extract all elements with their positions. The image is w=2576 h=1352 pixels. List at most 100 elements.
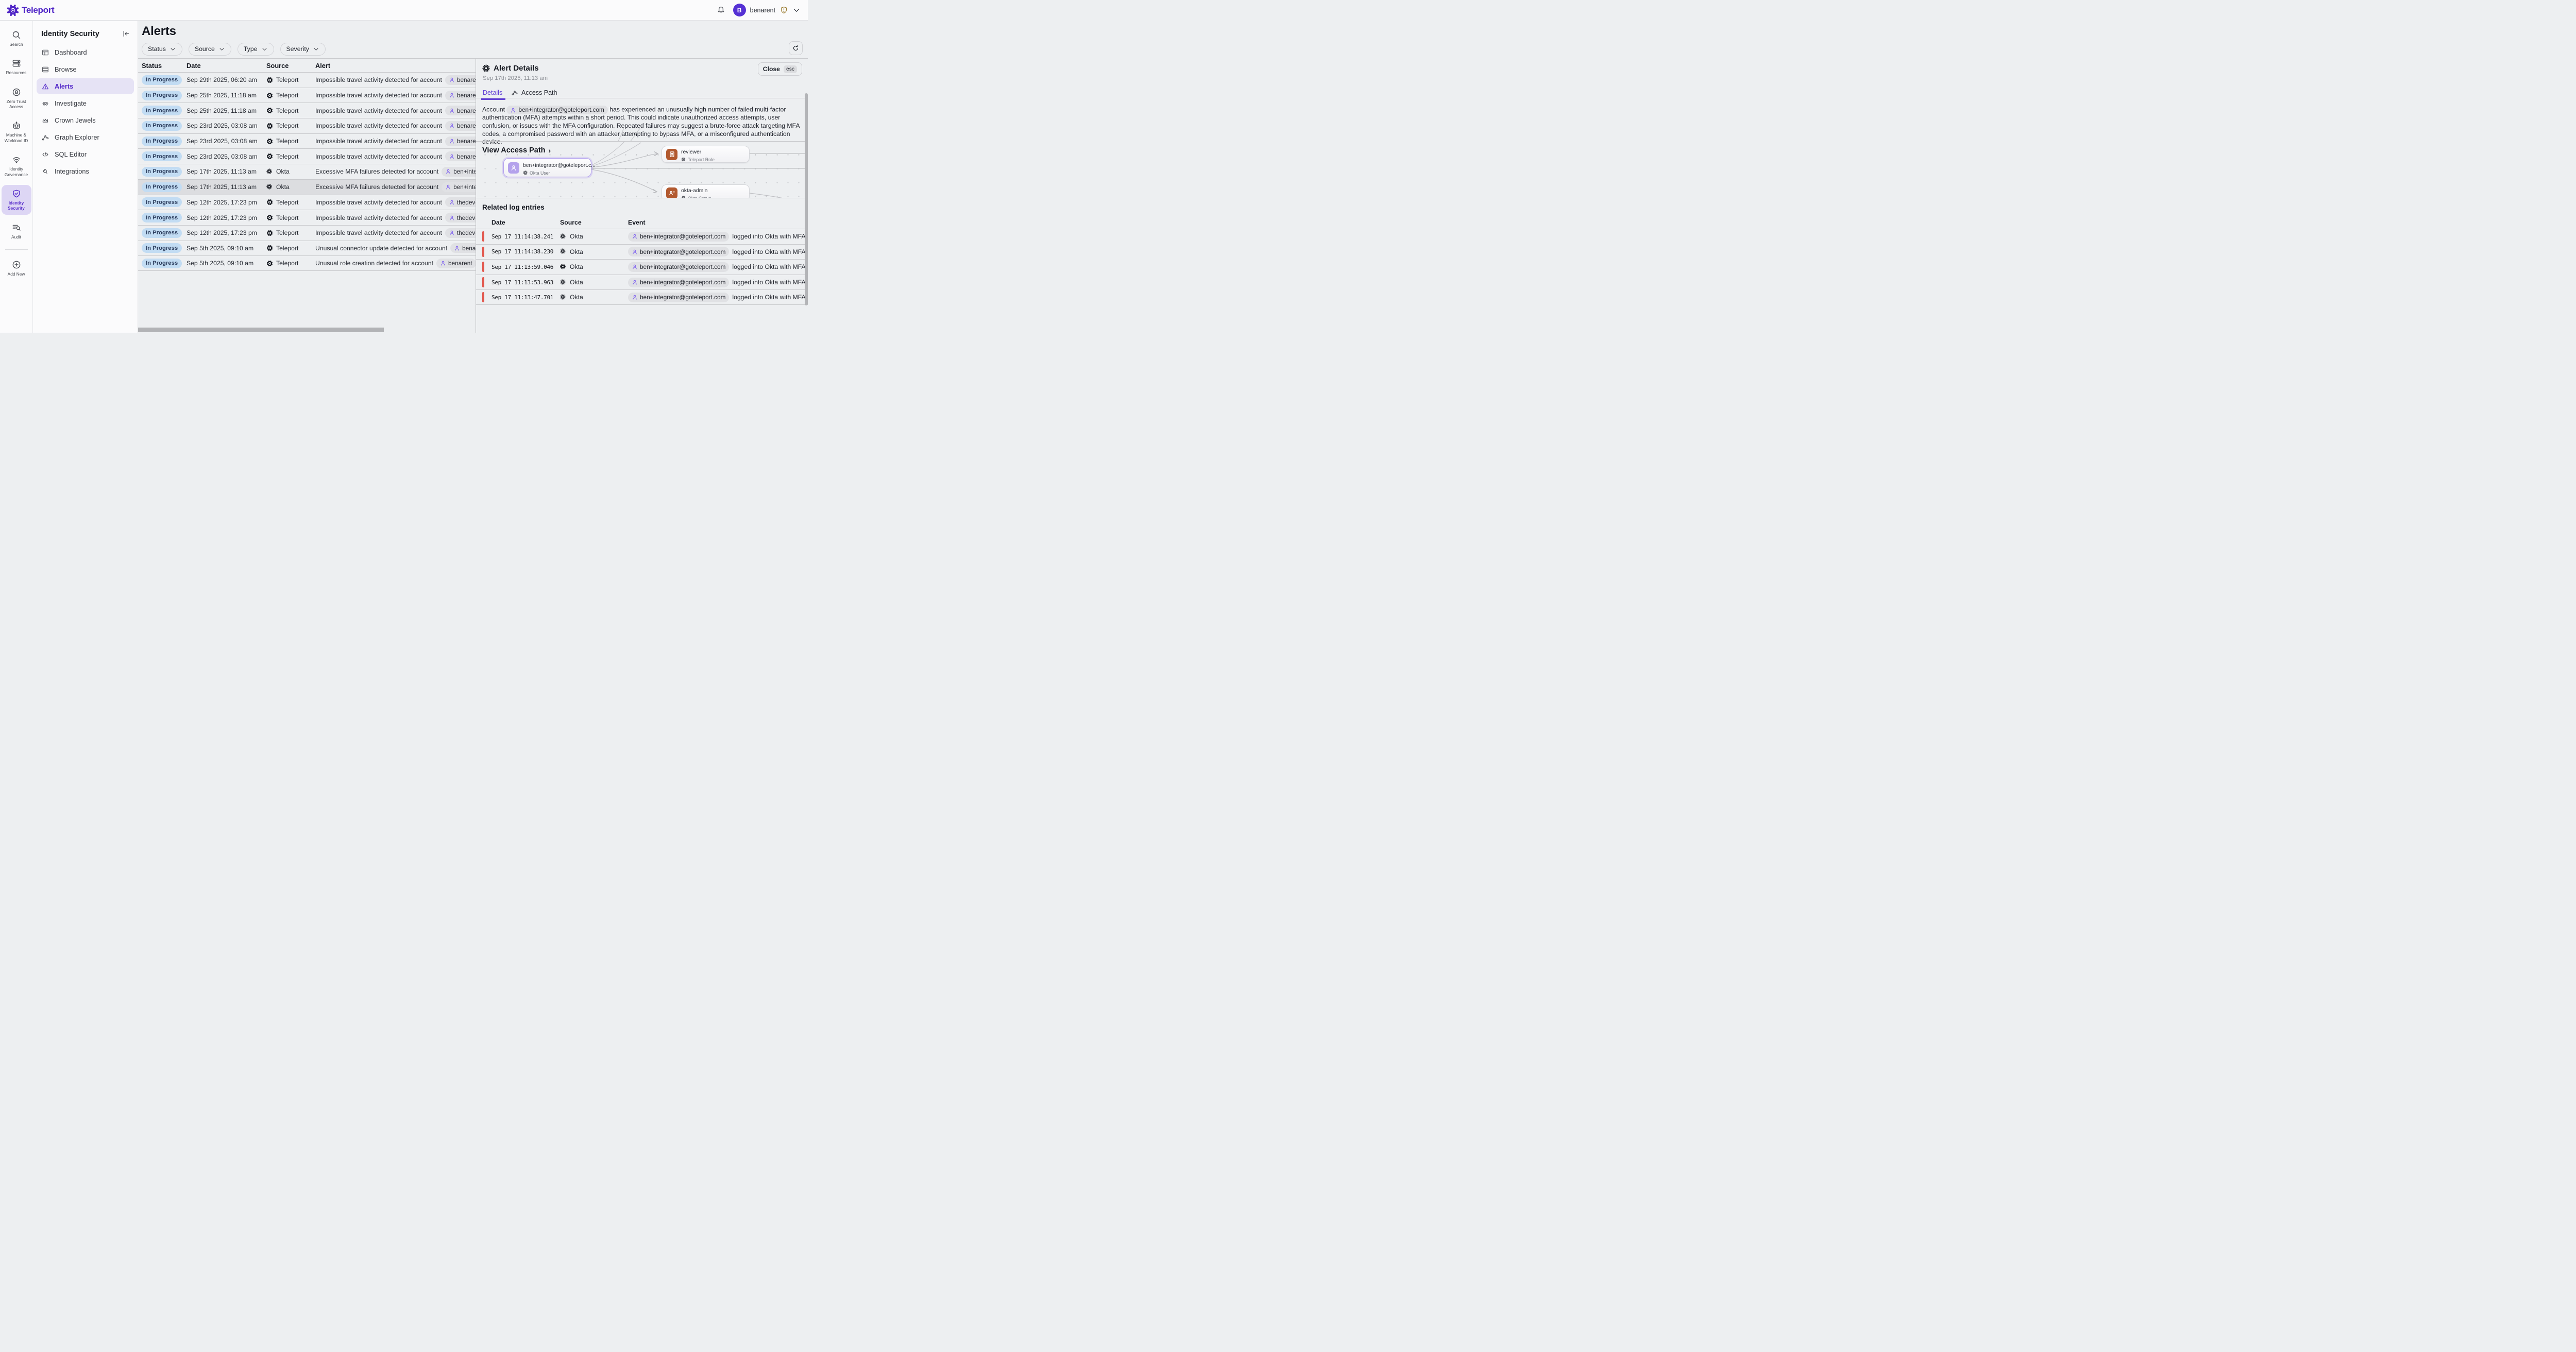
account-chip[interactable]: ben+integrator@goteleport.com: [442, 167, 476, 177]
account-chip[interactable]: thedevelopnik: [445, 228, 476, 238]
alert-row[interactable]: In ProgressSep 5th 2025, 09:10 amTelepor…: [138, 241, 476, 256]
account-chip[interactable]: benarent: [445, 75, 476, 85]
account-chip[interactable]: benarent: [445, 136, 476, 146]
alert-source: Teleport: [276, 153, 298, 160]
alert-row[interactable]: In ProgressSep 5th 2025, 09:10 amTelepor…: [138, 255, 476, 271]
alert-row[interactable]: In ProgressSep 23rd 2025, 03:08 amTelepo…: [138, 148, 476, 164]
account-chip[interactable]: benarent: [445, 121, 476, 131]
alert-row[interactable]: In ProgressSep 17th 2025, 11:13 amOktaEx…: [138, 164, 476, 179]
main-content: Alerts StatusSourceTypeSeverity Status D…: [138, 21, 808, 333]
notifications-bell-icon[interactable]: [716, 5, 726, 15]
alert-source: Okta: [276, 183, 290, 191]
plus-icon: [11, 260, 22, 270]
user-menu[interactable]: B benarent: [733, 4, 801, 16]
filter-source[interactable]: Source: [189, 43, 231, 56]
account-chip[interactable]: benarent: [445, 106, 476, 115]
filter-label: Status: [148, 45, 166, 53]
chevron-down-icon: [792, 6, 801, 14]
sidebar-item-graph-explorer[interactable]: Graph Explorer: [37, 129, 134, 145]
alert-row[interactable]: In ProgressSep 17th 2025, 11:13 amOktaEx…: [138, 179, 476, 195]
account-chip[interactable]: ben+integrator@goteleport.com: [506, 106, 607, 114]
log-row[interactable]: Sep 17 11:14:38.230Oktaben+integrator@go…: [476, 244, 808, 260]
alert-row[interactable]: In ProgressSep 25th 2025, 11:18 amTelepo…: [138, 102, 476, 118]
alert-row[interactable]: In ProgressSep 23rd 2025, 03:08 amTelepo…: [138, 118, 476, 133]
close-label: Close: [763, 65, 780, 73]
account-chip[interactable]: ben+integrator@goteleport.com: [628, 278, 729, 287]
account-chip[interactable]: benarent: [445, 151, 476, 161]
teleport-logo[interactable]: Teleport: [7, 5, 54, 16]
sidebar-item-integrations[interactable]: Integrations: [37, 163, 134, 179]
sidebar-item-sql-editor[interactable]: SQL Editor: [37, 146, 134, 162]
view-access-path-heading[interactable]: View Access Path›: [482, 146, 551, 155]
account-chip[interactable]: ben+integrator@goteleport.com: [628, 293, 729, 302]
okta-icon: [560, 233, 567, 240]
horizontal-scrollbar[interactable]: [136, 328, 384, 332]
log-row[interactable]: Sep 17 11:13:47.701Oktaben+integrator@go…: [476, 289, 808, 305]
account-chip[interactable]: ben+integrator@goteleport.com: [442, 182, 476, 192]
teleport-icon: [266, 199, 273, 206]
status-badge: In Progress: [142, 182, 182, 192]
account-chip[interactable]: benarent: [445, 91, 476, 100]
filter-status[interactable]: Status: [142, 43, 182, 56]
account-chip[interactable]: ben+integrator@goteleport.com: [628, 232, 729, 242]
sidebar-item-investigate[interactable]: Investigate: [37, 95, 134, 111]
account-chip[interactable]: benarent: [450, 243, 476, 253]
sidebar-item-crown-jewels[interactable]: Crown Jewels: [37, 112, 134, 128]
warning-triangle-icon: [41, 82, 49, 91]
alert-row[interactable]: In ProgressSep 12th 2025, 17:23 pmTelepo…: [138, 195, 476, 210]
alert-row[interactable]: In ProgressSep 12th 2025, 17:23 pmTelepo…: [138, 210, 476, 225]
shield-check-icon: [11, 189, 22, 199]
rail-item-identity-governance[interactable]: Identity Governance: [2, 151, 31, 181]
sidebar-item-browse[interactable]: Browse: [37, 61, 134, 77]
rail-item-resources[interactable]: Resources: [2, 55, 31, 79]
account-chip[interactable]: thedevelopnik: [445, 213, 476, 223]
node-subtitle-icon: [681, 157, 686, 162]
alert-row[interactable]: In ProgressSep 12th 2025, 17:23 pmTelepo…: [138, 225, 476, 241]
access-path-node-okta-user[interactable]: ben+integrator@goteleport.c...Okta User: [503, 158, 591, 177]
node-subtitle: Okta Group: [688, 196, 711, 199]
access-path-section: View Access Path› ben+integrator@gotelep: [476, 141, 808, 198]
filter-type[interactable]: Type: [238, 43, 274, 56]
account-chip[interactable]: thedevelopnik: [445, 197, 476, 207]
log-event-text: logged into Okta with MFA: [732, 233, 805, 240]
tab-access-path[interactable]: Access Path: [511, 87, 557, 98]
access-path-node-teleport-role[interactable]: reviewerTeleport Role: [662, 146, 750, 163]
account-chip[interactable]: ben+integrator@goteleport.com: [628, 247, 729, 256]
rail-item-zero-trust-access[interactable]: Zero Trust Access: [2, 83, 31, 113]
user-icon: [454, 245, 460, 251]
alert-row[interactable]: In ProgressSep 23rd 2025, 03:08 amTelepo…: [138, 133, 476, 149]
sidebar-item-dashboard[interactable]: Dashboard: [37, 44, 134, 60]
alert-date: Sep 23rd 2025, 03:08 am: [187, 138, 266, 145]
rail-item-add-new[interactable]: Add New: [2, 256, 31, 280]
alert-row[interactable]: In ProgressSep 29th 2025, 06:20 amTelepo…: [138, 72, 476, 88]
alerts-table-header: Status Date Source Alert: [138, 59, 476, 72]
sidebar-item-alerts[interactable]: Alerts: [37, 78, 134, 94]
rail-item-identity-security[interactable]: Identity Security: [2, 185, 31, 215]
sidebar-item-label: SQL Editor: [55, 150, 87, 158]
tab-details[interactable]: Details: [483, 87, 502, 98]
access-path-node-okta-group[interactable]: okta-adminOkta Group: [662, 184, 750, 198]
log-row[interactable]: Sep 17 11:13:53.963Oktaben+integrator@go…: [476, 275, 808, 290]
close-button[interactable]: Close esc: [758, 62, 802, 76]
log-row[interactable]: Sep 17 11:14:38.241Oktaben+integrator@go…: [476, 229, 808, 244]
vertical-scrollbar[interactable]: [805, 93, 808, 305]
alert-text: Impossible travel activity detected for …: [315, 122, 442, 129]
log-row[interactable]: Sep 17 11:13:59.046Oktaben+integrator@go…: [476, 259, 808, 275]
user-icon: [632, 264, 638, 270]
account-chip[interactable]: benarent: [436, 259, 476, 268]
okta-icon: [560, 264, 567, 270]
sidebar-header: Identity Security: [33, 21, 138, 43]
refresh-button[interactable]: [789, 41, 803, 55]
rail-item-machine-workload-id[interactable]: Machine & Workload ID: [2, 117, 31, 147]
log-date: Sep 17 11:13:59.046: [492, 264, 560, 270]
avatar: B: [733, 4, 746, 16]
account-chip[interactable]: ben+integrator@goteleport.com: [628, 262, 729, 272]
alert-source: Okta: [276, 168, 290, 175]
alert-row[interactable]: In ProgressSep 25th 2025, 11:18 amTelepo…: [138, 88, 476, 103]
collapse-sidebar-icon[interactable]: [122, 29, 130, 38]
rail-item-search[interactable]: Search: [2, 26, 31, 50]
filter-severity[interactable]: Severity: [280, 43, 326, 56]
alert-description: Account ben+integrator@goteleport.com ha…: [482, 104, 804, 146]
rail-item-audit[interactable]: Audit: [2, 219, 31, 243]
node-title: ben+integrator@goteleport.c...: [523, 163, 596, 168]
